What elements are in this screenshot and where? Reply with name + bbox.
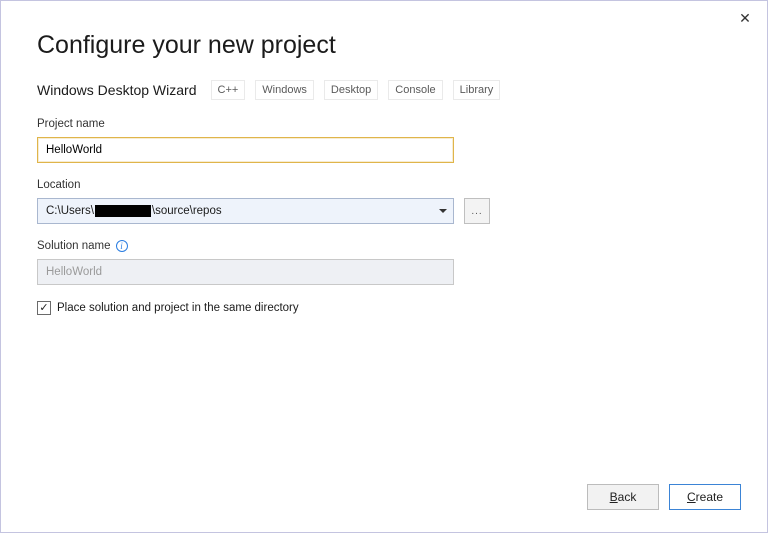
tag-console: Console bbox=[388, 80, 442, 100]
location-combo[interactable]: C:\Users\\source\repos bbox=[37, 198, 454, 224]
footer-buttons: Back Create bbox=[587, 484, 741, 510]
same-directory-row: ✓ Place solution and project in the same… bbox=[37, 301, 731, 315]
same-directory-checkbox[interactable]: ✓ bbox=[37, 301, 51, 315]
configure-project-form: Configure your new project Windows Deskt… bbox=[1, 1, 767, 315]
project-name-field: Project name bbox=[37, 118, 731, 163]
tag-desktop: Desktop bbox=[324, 80, 378, 100]
project-name-label: Project name bbox=[37, 118, 731, 130]
chevron-down-icon bbox=[439, 209, 447, 213]
tag-windows: Windows bbox=[255, 80, 314, 100]
solution-name-input: HelloWorld bbox=[37, 259, 454, 285]
tag-library: Library bbox=[453, 80, 501, 100]
info-icon[interactable]: i bbox=[116, 240, 128, 252]
redacted-username bbox=[95, 205, 151, 217]
page-title: Configure your new project bbox=[37, 31, 731, 60]
template-header-row: Windows Desktop Wizard C++ Windows Deskt… bbox=[37, 80, 731, 100]
close-icon[interactable]: ✕ bbox=[737, 11, 753, 27]
location-field: Location C:\Users\\source\repos ... bbox=[37, 179, 731, 224]
browse-button[interactable]: ... bbox=[464, 198, 490, 224]
template-name: Windows Desktop Wizard bbox=[37, 82, 197, 98]
solution-name-label: Solution name bbox=[37, 240, 111, 252]
location-value: C:\Users\\source\repos bbox=[46, 205, 222, 217]
create-button[interactable]: Create bbox=[669, 484, 741, 510]
same-directory-label: Place solution and project in the same d… bbox=[57, 302, 299, 314]
project-name-input[interactable] bbox=[37, 137, 454, 163]
back-button[interactable]: Back bbox=[587, 484, 659, 510]
tag-cpp: C++ bbox=[211, 80, 246, 100]
location-label: Location bbox=[37, 179, 731, 191]
solution-name-field: Solution name i HelloWorld bbox=[37, 240, 731, 285]
